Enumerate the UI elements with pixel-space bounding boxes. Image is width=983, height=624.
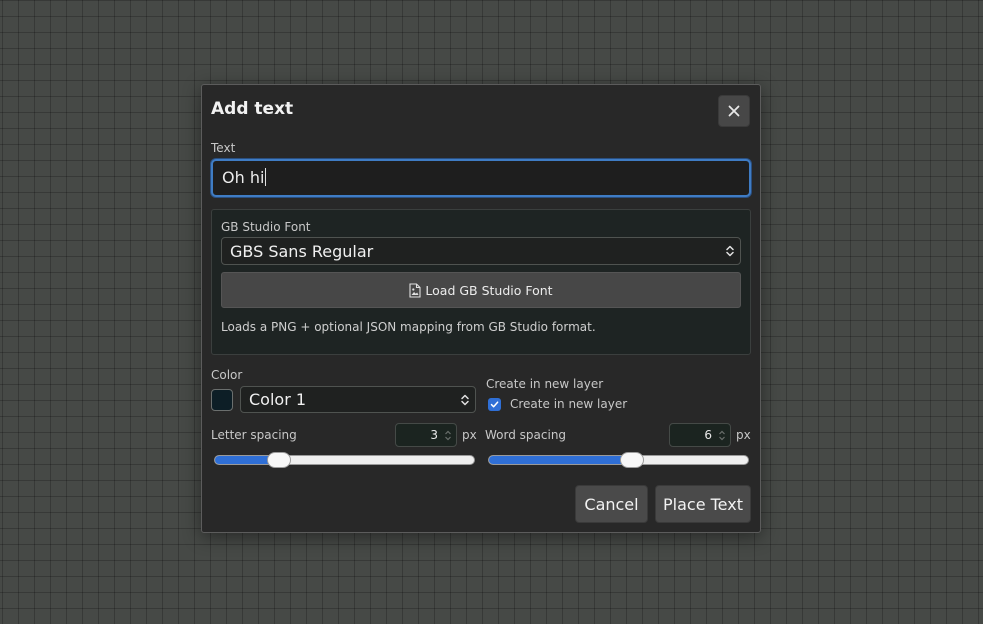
- slider-thumb[interactable]: [267, 452, 292, 468]
- add-text-dialog: Add text Text Oh hi GB Studio Font GBS S…: [201, 84, 761, 533]
- color-swatch[interactable]: [211, 389, 233, 411]
- new-layer-label: Create in new layer: [486, 377, 604, 391]
- new-layer-checkbox-label[interactable]: Create in new layer: [510, 397, 627, 411]
- letter-spacing-slider[interactable]: [214, 448, 475, 472]
- letter-spacing-value: 3: [430, 428, 438, 442]
- image-file-icon: [409, 282, 421, 298]
- text-input[interactable]: Oh hi: [211, 159, 751, 197]
- text-label: Text: [211, 141, 236, 155]
- text-input-value: Oh hi: [222, 168, 265, 187]
- slider-fill: [489, 456, 632, 464]
- select-arrows-icon: [726, 245, 734, 257]
- font-label: GB Studio Font: [221, 220, 311, 234]
- letter-spacing-input[interactable]: 3: [395, 423, 457, 447]
- close-button[interactable]: [718, 95, 750, 127]
- load-font-label: Load GB Studio Font: [425, 282, 553, 298]
- color-select-value: Color 1: [249, 390, 307, 409]
- close-icon: [728, 105, 740, 117]
- load-font-button[interactable]: Load GB Studio Font: [221, 272, 741, 308]
- spinner-arrows-icon: [719, 430, 725, 441]
- font-select-value: GBS Sans Regular: [230, 241, 374, 261]
- word-spacing-slider[interactable]: [488, 448, 749, 472]
- spinner-arrows-icon: [445, 430, 451, 441]
- font-panel: GB Studio Font GBS Sans Regular Load GB …: [211, 209, 751, 355]
- select-arrows-icon: [461, 394, 469, 405]
- color-label: Color: [211, 368, 243, 382]
- color-select[interactable]: Color 1: [240, 386, 476, 413]
- place-text-button[interactable]: Place Text: [655, 485, 751, 523]
- text-caret: [265, 168, 267, 186]
- new-layer-checkbox[interactable]: [488, 398, 501, 411]
- letter-spacing-label: Letter spacing: [211, 428, 297, 442]
- word-spacing-value: 6: [704, 428, 712, 442]
- cancel-button[interactable]: Cancel: [575, 485, 648, 523]
- word-spacing-input[interactable]: 6: [669, 423, 731, 447]
- slider-track: [488, 455, 749, 465]
- slider-track: [214, 455, 475, 465]
- font-hint: Loads a PNG + optional JSON mapping from…: [221, 320, 596, 334]
- word-spacing-label: Word spacing: [485, 428, 567, 442]
- slider-thumb[interactable]: [619, 452, 644, 468]
- word-spacing-unit: px: [736, 428, 751, 442]
- font-select[interactable]: GBS Sans Regular: [221, 237, 741, 265]
- letter-spacing-unit: px: [462, 428, 477, 442]
- checkmark-icon: [490, 401, 499, 408]
- dialog-title: Add text: [211, 99, 294, 119]
